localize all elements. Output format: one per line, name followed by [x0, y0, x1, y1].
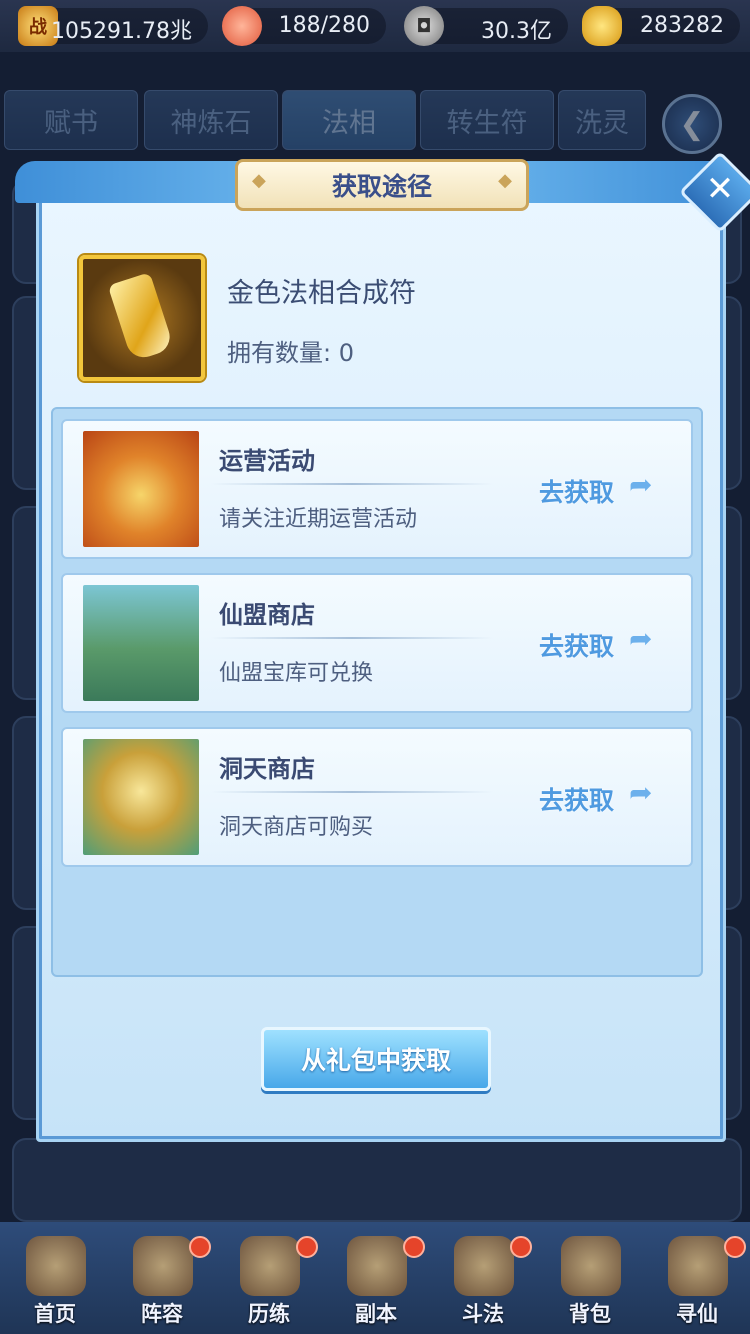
- gold-display[interactable]: 283282: [582, 6, 740, 46]
- copper-display[interactable]: ◘ 30.3亿: [404, 6, 568, 46]
- go-get-button[interactable]: 去获取: [539, 627, 614, 663]
- peach-display[interactable]: 188/280: [222, 6, 386, 46]
- dialog-title: 获取途径: [235, 159, 529, 211]
- nav-seek-immortal[interactable]: 寻仙: [644, 1222, 750, 1334]
- nav-dungeon[interactable]: 副本: [323, 1222, 429, 1334]
- go-get-button[interactable]: 去获取: [539, 473, 614, 509]
- notification-dot: [403, 1236, 425, 1258]
- divider: [211, 791, 493, 793]
- share-arrow-icon[interactable]: ➦: [629, 777, 661, 809]
- share-arrow-icon[interactable]: ➦: [629, 623, 661, 655]
- dungeon-icon: [347, 1236, 407, 1296]
- copper-value: 30.3亿: [481, 19, 552, 44]
- source-name: 运营活动: [219, 447, 315, 475]
- lineup-icon: [133, 1236, 193, 1296]
- nav-label: 历练: [248, 1302, 290, 1326]
- item-name: 金色法相合成符: [227, 278, 416, 309]
- close-icon[interactable]: ✕: [702, 169, 738, 209]
- nav-training[interactable]: 历练: [216, 1222, 322, 1334]
- source-row-cave-shop[interactable]: 洞天商店 洞天商店可购买 去获取 ➦: [61, 727, 693, 867]
- divider: [211, 637, 493, 639]
- scroll-icon: [668, 1236, 728, 1296]
- notification-dot: [510, 1236, 532, 1258]
- share-arrow-icon[interactable]: ➦: [629, 469, 661, 501]
- nav-label: 阵容: [141, 1302, 183, 1326]
- nav-label: 背包: [569, 1302, 611, 1326]
- divider: [211, 483, 493, 485]
- notification-dot: [296, 1236, 318, 1258]
- nav-label: 首页: [34, 1302, 76, 1326]
- source-desc: 洞天商店可购买: [219, 815, 374, 840]
- golden-talisman-icon: [79, 255, 205, 381]
- power-value: 105291.78兆: [51, 19, 192, 44]
- talisman-tag-shape: [107, 272, 175, 362]
- gift-bag-icon: [83, 431, 199, 547]
- source-row-operation[interactable]: 运营活动 请关注近期运营活动 去获取 ➦: [61, 419, 693, 559]
- source-row-alliance-shop[interactable]: 仙盟商店 仙盟宝库可兑换 去获取 ➦: [61, 573, 693, 713]
- owned-value: 0: [338, 339, 355, 367]
- nav-label: 斗法: [462, 1302, 504, 1326]
- duel-icon: [454, 1236, 514, 1296]
- nav-lineup[interactable]: 阵容: [109, 1222, 215, 1334]
- peach-icon: [222, 6, 262, 46]
- owned-label: 拥有数量:: [227, 339, 332, 367]
- nav-home[interactable]: 首页: [2, 1222, 108, 1334]
- training-icon: [240, 1236, 300, 1296]
- home-icon: [26, 1236, 86, 1296]
- acquisition-dialog: 获取途径 ✕ 金色法相合成符 拥有数量: 0 运营活动 请关注近期运营活动 去获…: [15, 150, 750, 1142]
- bottom-nav: 首页 阵容 历练 副本 斗法 背包 寻仙: [0, 1222, 750, 1334]
- resource-bar: 战 105291.78兆 188/280 ◘ 30.3亿 283282: [0, 0, 750, 52]
- mountain-pavilion-icon: [83, 585, 199, 701]
- notification-dot: [724, 1236, 746, 1258]
- bag-icon: [561, 1236, 621, 1296]
- nav-bag[interactable]: 背包: [537, 1222, 643, 1334]
- owned-count: 拥有数量: 0: [227, 333, 354, 368]
- source-name: 洞天商店: [219, 755, 315, 783]
- source-name: 仙盟商店: [219, 601, 315, 629]
- peach-value: 188/280: [278, 13, 370, 38]
- nav-duel[interactable]: 斗法: [430, 1222, 536, 1334]
- gold-ingot-icon: [582, 6, 622, 46]
- source-desc: 仙盟宝库可兑换: [219, 661, 374, 686]
- get-from-gift-pack-button[interactable]: 从礼包中获取: [261, 1027, 491, 1091]
- go-get-button[interactable]: 去获取: [539, 781, 614, 817]
- gold-value: 283282: [640, 13, 724, 38]
- nav-label: 副本: [355, 1302, 397, 1326]
- nav-label: 寻仙: [676, 1302, 718, 1326]
- shop-pavilion-icon: [83, 739, 199, 855]
- copper-coin-icon: ◘: [404, 6, 444, 46]
- source-list: 运营活动 请关注近期运营活动 去获取 ➦ 仙盟商店 仙盟宝库可兑换 去获取 ➦ …: [51, 407, 703, 977]
- source-desc: 请关注近期运营活动: [219, 507, 418, 532]
- power-display: 战 105291.78兆: [18, 6, 208, 46]
- notification-dot: [189, 1236, 211, 1258]
